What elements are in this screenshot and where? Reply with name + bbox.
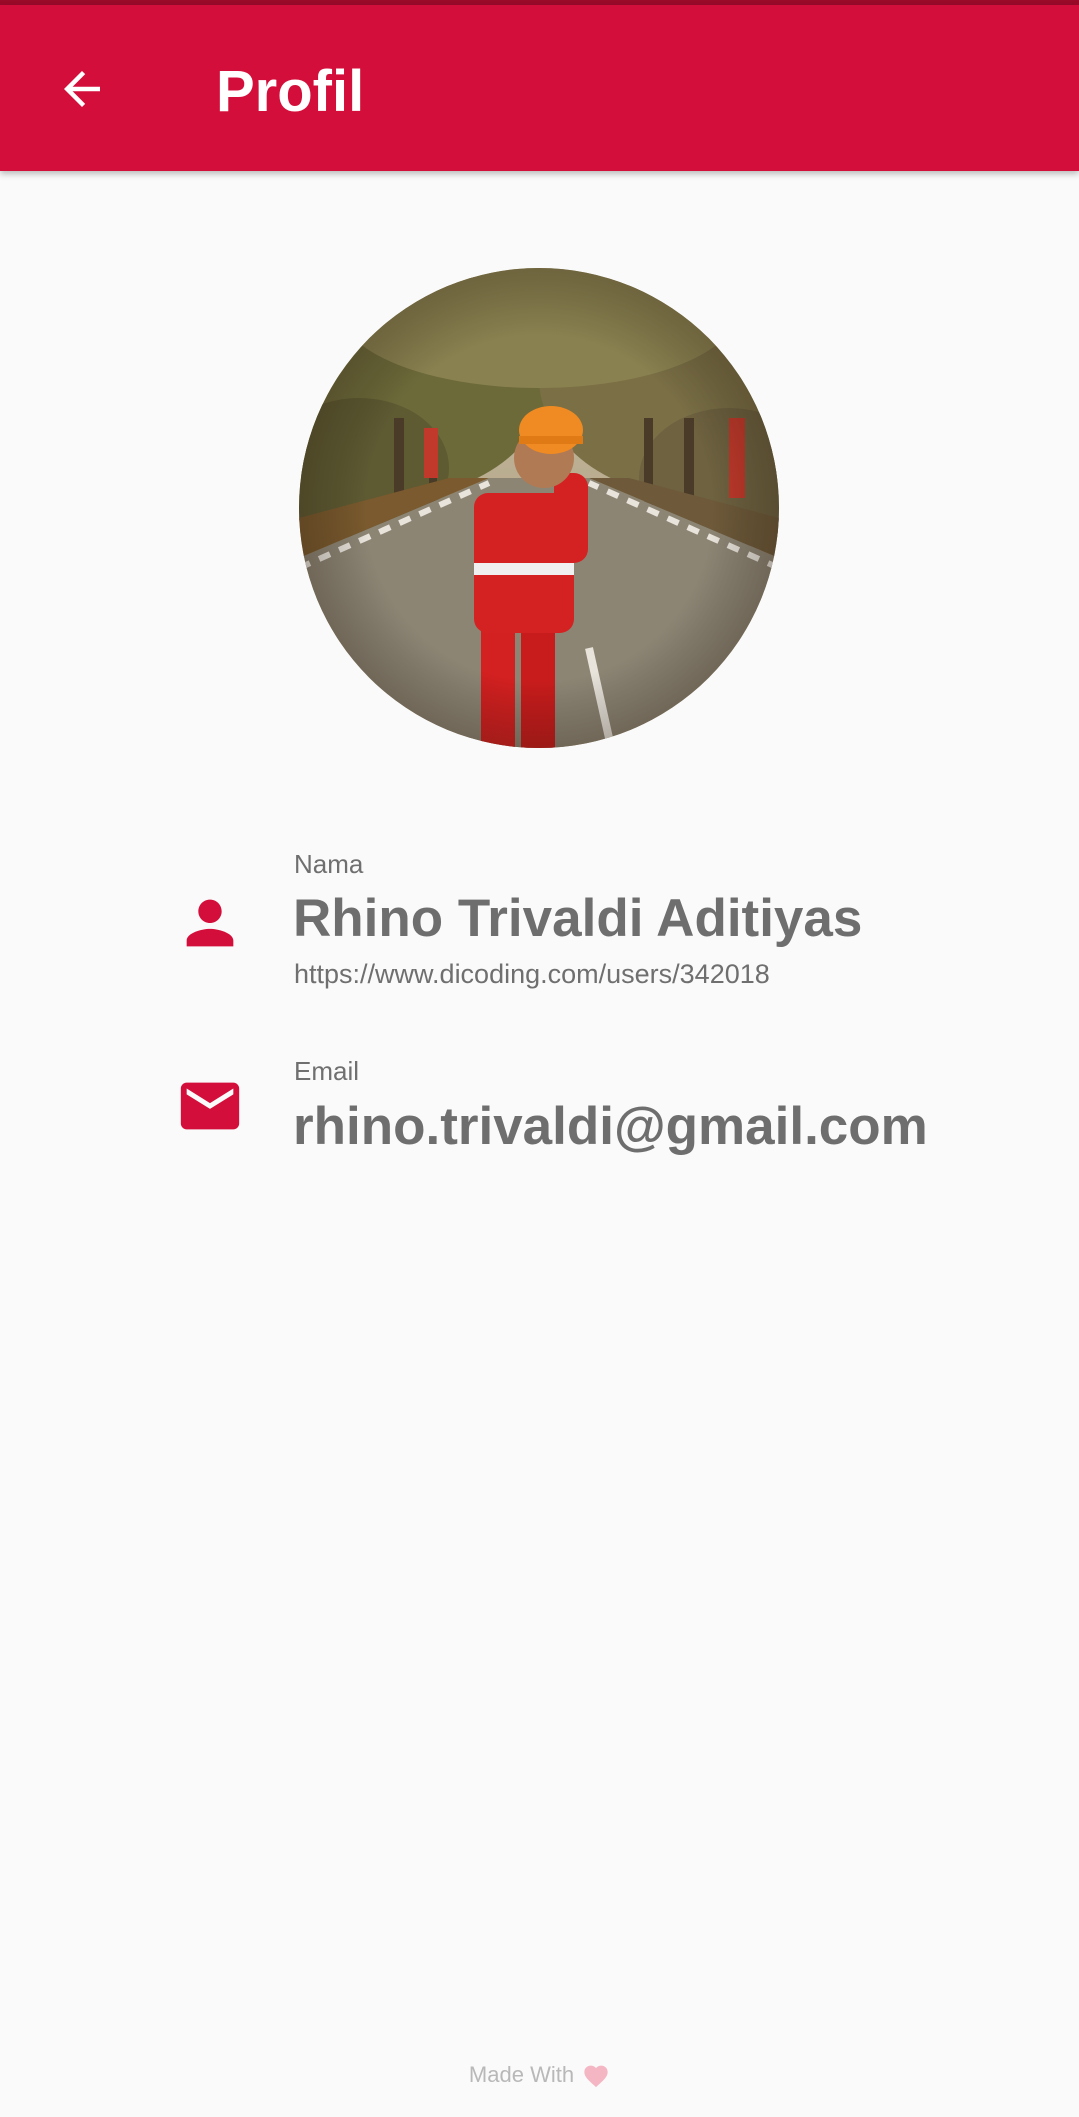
profile-url-link[interactable]: https://www.dicoding.com/users/342018 <box>294 957 770 991</box>
app-bar: Profil <box>0 5 1079 171</box>
footer: Made With <box>0 2062 1079 2088</box>
back-button[interactable] <box>40 47 124 131</box>
person-icon <box>175 888 245 958</box>
email-label: Email <box>294 1056 360 1086</box>
heart-icon <box>584 2065 608 2088</box>
name-label: Nama <box>294 849 364 879</box>
email-value[interactable]: rhino.trivaldi@gmail.com <box>293 1096 928 1158</box>
footer-text: Made With <box>468 2062 575 2087</box>
name-value: Rhino Trivaldi Aditiyas <box>293 889 863 948</box>
profile-photo <box>299 268 779 748</box>
arrow-left-icon <box>64 71 100 107</box>
profile-avatar <box>299 268 779 748</box>
page-title: Profil <box>216 59 365 124</box>
mail-icon <box>175 1071 245 1141</box>
